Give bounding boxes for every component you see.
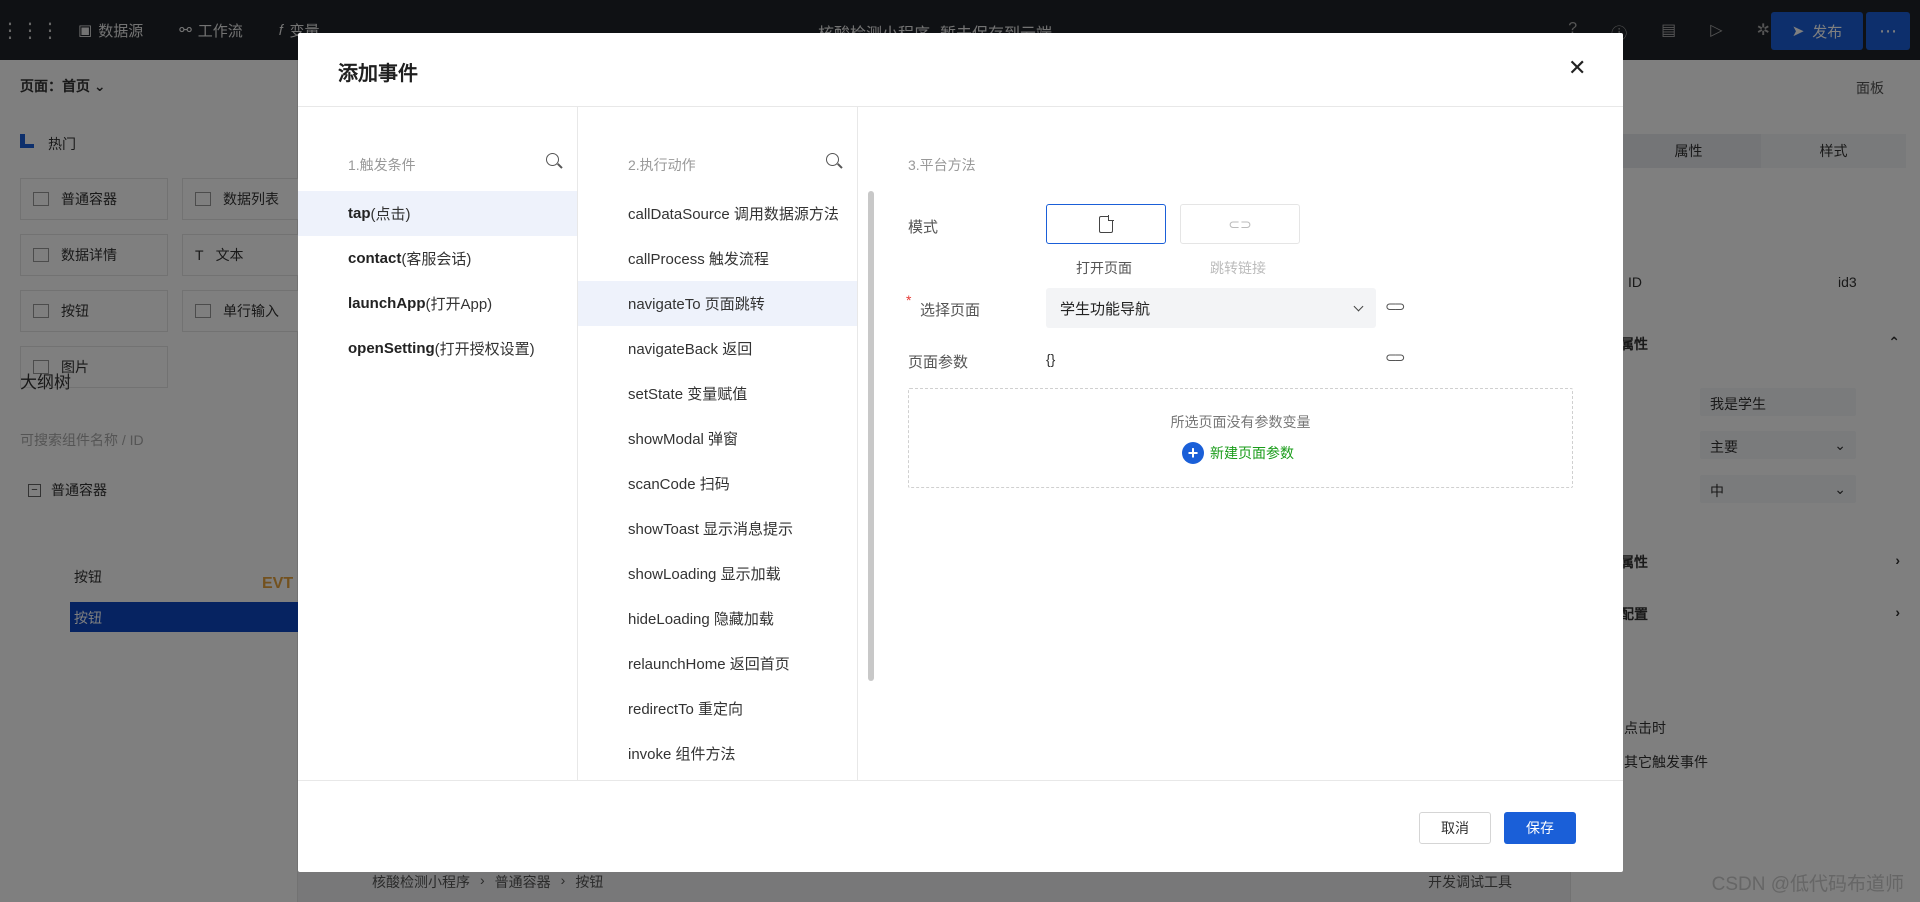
platform-header: 3.平台方法	[908, 157, 976, 173]
required-asterisk: *	[906, 292, 912, 308]
watermark: CSDN @低代码布道师	[1711, 874, 1904, 895]
bind-link-icon[interactable]: ⊂⊃	[1385, 349, 1406, 366]
mode-open-page-caption: 打开页面	[1076, 260, 1132, 276]
trigger-item-launchapp[interactable]: launchApp (打开App)	[298, 281, 577, 326]
dialog-header: 添加事件 ✕	[298, 33, 1623, 107]
action-list: callDataSource 调用数据源方法 callProcess 触发流程 …	[578, 191, 857, 776]
save-button[interactable]: 保存	[1504, 812, 1576, 844]
page-select[interactable]: 学生功能导航	[1046, 288, 1376, 328]
mode-jump-link-button[interactable]: ⊂⊃	[1180, 204, 1300, 244]
empty-params-text: 所选页面没有参数变量	[1170, 414, 1311, 430]
action-item[interactable]: showModal 弹窗	[578, 416, 857, 461]
action-item[interactable]: callProcess 触发流程	[578, 236, 857, 281]
close-icon[interactable]: ✕	[1568, 57, 1586, 79]
trigger-item-contact[interactable]: contact (客服会话)	[298, 236, 577, 281]
action-column: 2.执行动作 callDataSource 调用数据源方法 callProces…	[578, 107, 858, 780]
action-item[interactable]: showLoading 显示加载	[578, 551, 857, 596]
add-event-dialog: 添加事件 ✕ 1.触发条件 tap (点击) contact (客服会话) laun…	[298, 33, 1623, 872]
trigger-header: 1.触发条件	[348, 157, 416, 173]
chevron-down-icon	[1353, 301, 1364, 311]
search-icon[interactable]	[546, 153, 564, 171]
mode-open-page-button[interactable]	[1046, 204, 1166, 244]
action-item[interactable]: invoke 组件方法	[578, 731, 857, 776]
new-page-param-button[interactable]: + 新建页面参数	[1182, 442, 1294, 464]
action-header: 2.执行动作	[628, 157, 696, 173]
action-item[interactable]: setState 变量赋值	[578, 371, 857, 416]
action-list-scrollbar[interactable]	[868, 191, 874, 681]
action-item[interactable]: callDataSource 调用数据源方法	[578, 191, 857, 236]
bind-link-icon[interactable]: ⊂⊃	[1385, 298, 1406, 315]
trigger-column: 1.触发条件 tap (点击) contact (客服会话) launchApp (打…	[298, 107, 578, 780]
link-icon: ⊂⊃	[1228, 215, 1252, 232]
trigger-item-tap[interactable]: tap (点击)	[298, 191, 577, 236]
mode-label: 模式	[908, 219, 939, 236]
trigger-item-opensetting[interactable]: openSetting (打开授权设置)	[298, 326, 577, 371]
document-icon	[1099, 214, 1114, 233]
search-icon[interactable]	[826, 153, 844, 171]
action-item[interactable]: navigateBack 返回	[578, 326, 857, 371]
trigger-list: tap (点击) contact (客服会话) launchApp (打开App) o…	[298, 191, 577, 371]
cancel-button[interactable]: 取消	[1419, 812, 1491, 844]
action-item[interactable]: scanCode 扫码	[578, 461, 857, 506]
dialog-footer: 取消 保存	[298, 780, 1623, 872]
action-item[interactable]: redirectTo 重定向	[578, 686, 857, 731]
action-item[interactable]: showToast 显示消息提示	[578, 506, 857, 551]
select-page-label: 选择页面	[920, 302, 981, 319]
page-params-label: 页面参数	[908, 354, 969, 371]
action-item[interactable]: relaunchHome 返回首页	[578, 641, 857, 686]
action-item-selected[interactable]: navigateTo 页面跳转	[578, 281, 857, 326]
dialog-title: 添加事件	[338, 63, 418, 85]
page-params-value: {}	[1046, 351, 1056, 367]
action-item[interactable]: hideLoading 隐藏加载	[578, 596, 857, 641]
plus-icon: +	[1182, 442, 1204, 464]
mode-jump-link-caption: 跳转链接	[1210, 260, 1266, 276]
params-empty-state: 所选页面没有参数变量 + 新建页面参数	[908, 388, 1573, 488]
